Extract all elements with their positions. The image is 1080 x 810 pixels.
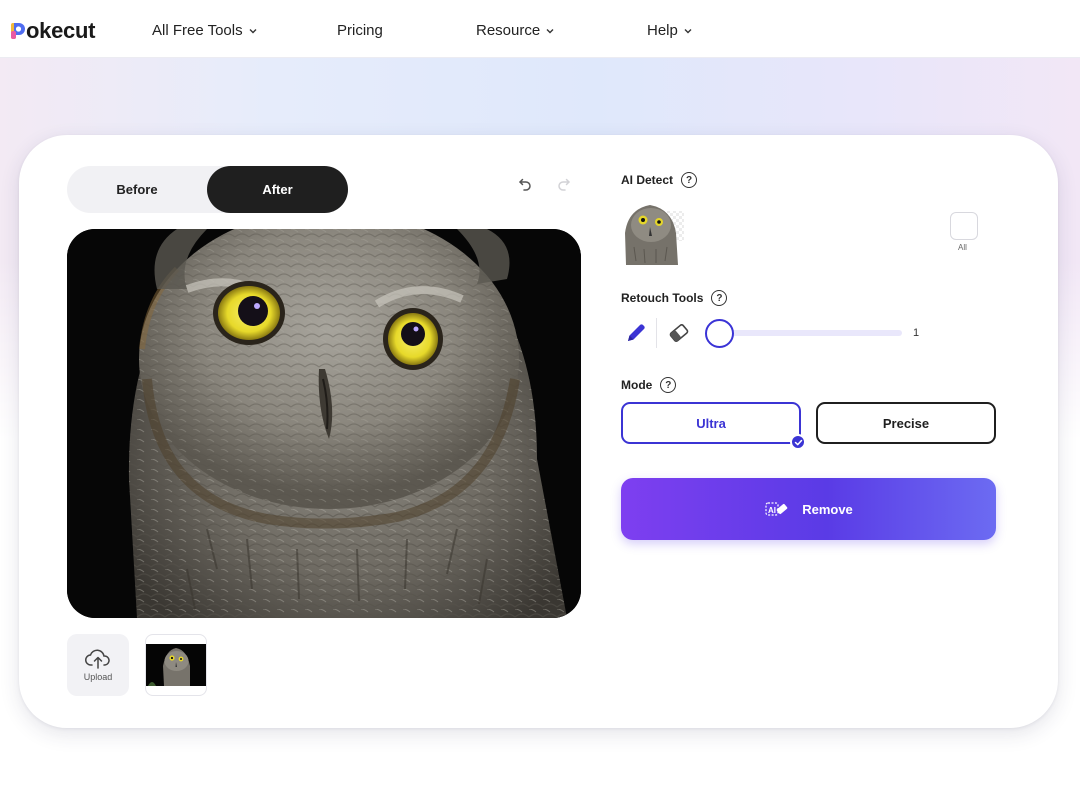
retouch-tools-heading: Retouch Tools ? [621, 290, 728, 306]
svg-text:AI: AI [768, 506, 776, 515]
brush-size-track[interactable] [718, 330, 902, 336]
chevron-down-icon [546, 28, 554, 33]
nav-item-label: All Free Tools [152, 22, 243, 39]
mode-label: Mode [621, 378, 653, 392]
owl-photo [67, 229, 581, 618]
undo-icon[interactable] [515, 176, 533, 194]
help-icon[interactable]: ? [681, 172, 698, 188]
before-tab[interactable]: Before [67, 166, 207, 213]
ai-detect-heading: AI Detect ? [621, 172, 698, 188]
ai-detect-label: AI Detect [621, 173, 674, 187]
upload-label: Upload [83, 672, 113, 682]
help-icon[interactable]: ? [660, 377, 677, 393]
remove-label: Remove [802, 501, 853, 517]
redo-icon[interactable] [556, 176, 574, 194]
brush-size-value: 1 [913, 327, 920, 339]
brush-size-slider-handle[interactable] [705, 319, 734, 348]
eraser-icon[interactable] [666, 320, 692, 346]
top-nav: okecut All Free Tools Pricing Resource H… [0, 0, 1080, 58]
mode-heading: Mode ? [621, 377, 677, 393]
nav-item-label: Resource [476, 22, 541, 39]
selected-check-icon [790, 434, 806, 450]
logo-p-mark [11, 20, 25, 42]
ai-eraser-icon: AI [765, 502, 788, 516]
owl-thumbnail-image [146, 644, 206, 686]
nav-item-label: Help [647, 22, 678, 39]
tool-separator [656, 318, 657, 348]
mode-precise-button[interactable]: Precise [816, 402, 996, 444]
detected-owl-subject[interactable] [622, 201, 684, 265]
nav-all-free-tools[interactable]: All Free Tools [152, 22, 257, 39]
help-icon[interactable]: ? [711, 290, 728, 306]
retouch-tools-label: Retouch Tools [621, 291, 704, 305]
select-all-label: All [958, 243, 967, 252]
nav-item-label: Pricing [337, 22, 383, 39]
chevron-down-icon [249, 28, 257, 33]
logo-text: okecut [26, 18, 96, 43]
nav-resource[interactable]: Resource [476, 22, 554, 39]
select-all-checkbox[interactable] [950, 212, 978, 240]
after-tab[interactable]: After [207, 166, 348, 213]
remove-button[interactable]: AI Remove [621, 478, 996, 540]
image-thumbnail[interactable] [145, 634, 207, 696]
brush-pen-icon[interactable] [623, 320, 649, 346]
nav-help[interactable]: Help [647, 22, 692, 39]
chevron-down-icon [684, 28, 692, 33]
mode-ultra-button[interactable]: Ultra [621, 402, 801, 444]
before-after-toggle: Before After [67, 166, 348, 213]
cloud-upload-icon [85, 649, 110, 669]
pokecut-logo[interactable]: okecut [11, 18, 95, 44]
upload-button[interactable]: Upload [67, 634, 129, 696]
nav-pricing[interactable]: Pricing [337, 22, 383, 39]
